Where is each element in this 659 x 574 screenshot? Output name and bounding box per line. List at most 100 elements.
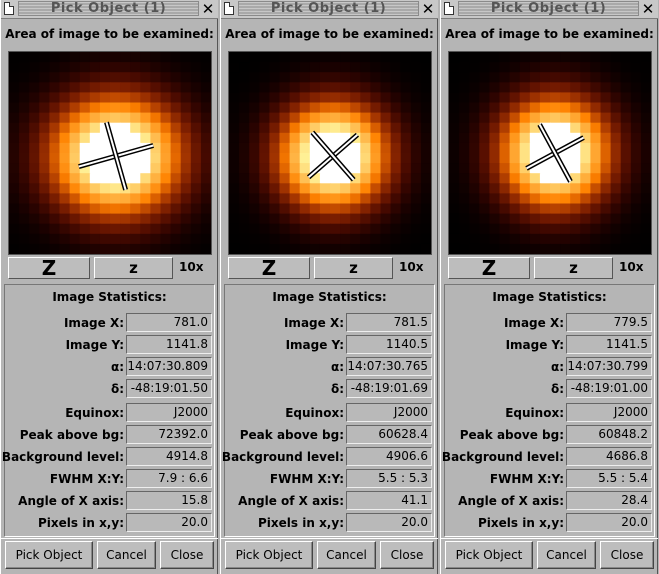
star-pixel [79, 233, 91, 245]
star-pixel [590, 82, 602, 93]
zoom-out-button[interactable]: z [314, 257, 393, 279]
star-pixel [229, 173, 240, 184]
star-pixel [59, 132, 71, 144]
star-pixel [200, 102, 211, 114]
star-pixel [420, 82, 431, 93]
star-pixel [410, 153, 422, 164]
stat-label: Equinox: [65, 406, 124, 420]
window-menu-icon[interactable] [4, 2, 14, 15]
star-pixel [550, 183, 561, 194]
star-pixel [449, 102, 460, 114]
star-pixel [229, 153, 240, 164]
pick-object-button[interactable]: Pick Object [225, 541, 313, 569]
star-pixel [9, 52, 20, 63]
star-pixel [89, 213, 101, 225]
star-pixel [299, 223, 311, 235]
star-pixel [19, 203, 30, 215]
star-pixel [130, 233, 141, 245]
stat-pixels: Pixels in x,y: 20.0 [224, 513, 434, 533]
star-pixel [79, 132, 91, 144]
star-pixel [610, 193, 622, 205]
star-pixel [499, 203, 511, 215]
star-pixel [580, 173, 591, 184]
star-pixel [459, 92, 470, 104]
star-pixel [590, 142, 602, 154]
star-pixel [449, 153, 460, 164]
star-pixel [610, 112, 622, 124]
title-bar[interactable]: Pick Object (1) ✕ [1, 0, 218, 19]
stat-label: FWHM X:Y: [49, 472, 124, 486]
star-pixel [350, 153, 361, 164]
star-pixel [519, 72, 531, 83]
window-menu-icon[interactable] [224, 2, 234, 15]
zoom-in-button[interactable]: Z [228, 257, 310, 279]
star-pixel [330, 122, 341, 134]
star-pixel [19, 112, 30, 124]
star-pixel [449, 62, 460, 73]
star-pixel [319, 223, 331, 235]
star-pixel [69, 122, 81, 134]
star-pixel [489, 112, 501, 124]
star-pixel [130, 153, 141, 164]
cancel-button[interactable]: Cancel [317, 541, 376, 569]
star-pixel [200, 122, 211, 134]
close-icon[interactable]: ✕ [641, 0, 655, 18]
star-pixel [360, 243, 371, 254]
star-pixel [69, 82, 81, 93]
star-image-view[interactable] [8, 51, 212, 255]
star-pixel [459, 52, 470, 63]
star-pixel [459, 72, 470, 83]
star-pixel [239, 92, 250, 104]
star-pixel [600, 112, 612, 124]
star-pixel [39, 142, 50, 154]
star-pixel [299, 153, 311, 164]
star-pixel [160, 102, 172, 114]
star-pixel [640, 112, 651, 124]
zoom-in-button[interactable]: Z [8, 257, 90, 279]
star-pixel [550, 193, 561, 205]
star-pixel [630, 112, 642, 124]
star-pixel [259, 142, 270, 154]
star-pixel [630, 82, 642, 93]
star-pixel [160, 132, 172, 144]
pick-object-button[interactable]: Pick Object [445, 541, 533, 569]
star-pixel [229, 213, 240, 225]
star-pixel [580, 243, 591, 254]
zoom-in-button[interactable]: Z [448, 257, 530, 279]
title-bar[interactable]: Pick Object (1) ✕ [441, 0, 658, 19]
star-pixel [29, 243, 40, 254]
zoom-out-button[interactable]: z [94, 257, 173, 279]
cancel-button[interactable]: Cancel [537, 541, 596, 569]
star-pixel [99, 193, 111, 205]
star-pixel [289, 153, 301, 164]
pick-object-button[interactable]: Pick Object [5, 541, 93, 569]
close-icon[interactable]: ✕ [421, 0, 435, 18]
star-pixel [400, 82, 412, 93]
star-image-view[interactable] [448, 51, 652, 255]
zoom-out-button[interactable]: z [534, 257, 613, 279]
star-pixel [319, 112, 331, 124]
title-bar[interactable]: Pick Object (1) ✕ [221, 0, 438, 19]
star-image-view[interactable] [228, 51, 432, 255]
close-button[interactable]: Close [380, 541, 434, 569]
window-menu-icon[interactable] [444, 2, 454, 15]
star-pixel [19, 223, 30, 235]
star-pixel [499, 223, 511, 235]
star-pixel [120, 243, 131, 254]
stat-label: FWHM X:Y: [269, 472, 344, 486]
star-pixel [9, 142, 20, 154]
close-button[interactable]: Close [160, 541, 214, 569]
close-icon[interactable]: ✕ [201, 0, 215, 18]
close-button[interactable]: Close [600, 541, 654, 569]
star-pixel [390, 223, 402, 235]
cancel-button[interactable]: Cancel [97, 541, 156, 569]
star-pixel [239, 102, 250, 114]
star-pixel [229, 203, 240, 215]
star-pixel [170, 122, 182, 134]
star-pixel [140, 213, 151, 225]
star-pixel [239, 82, 250, 93]
star-pixel [340, 213, 351, 225]
star-pixel [459, 183, 470, 194]
star-pixel [120, 122, 131, 134]
star-pixel [29, 102, 40, 114]
